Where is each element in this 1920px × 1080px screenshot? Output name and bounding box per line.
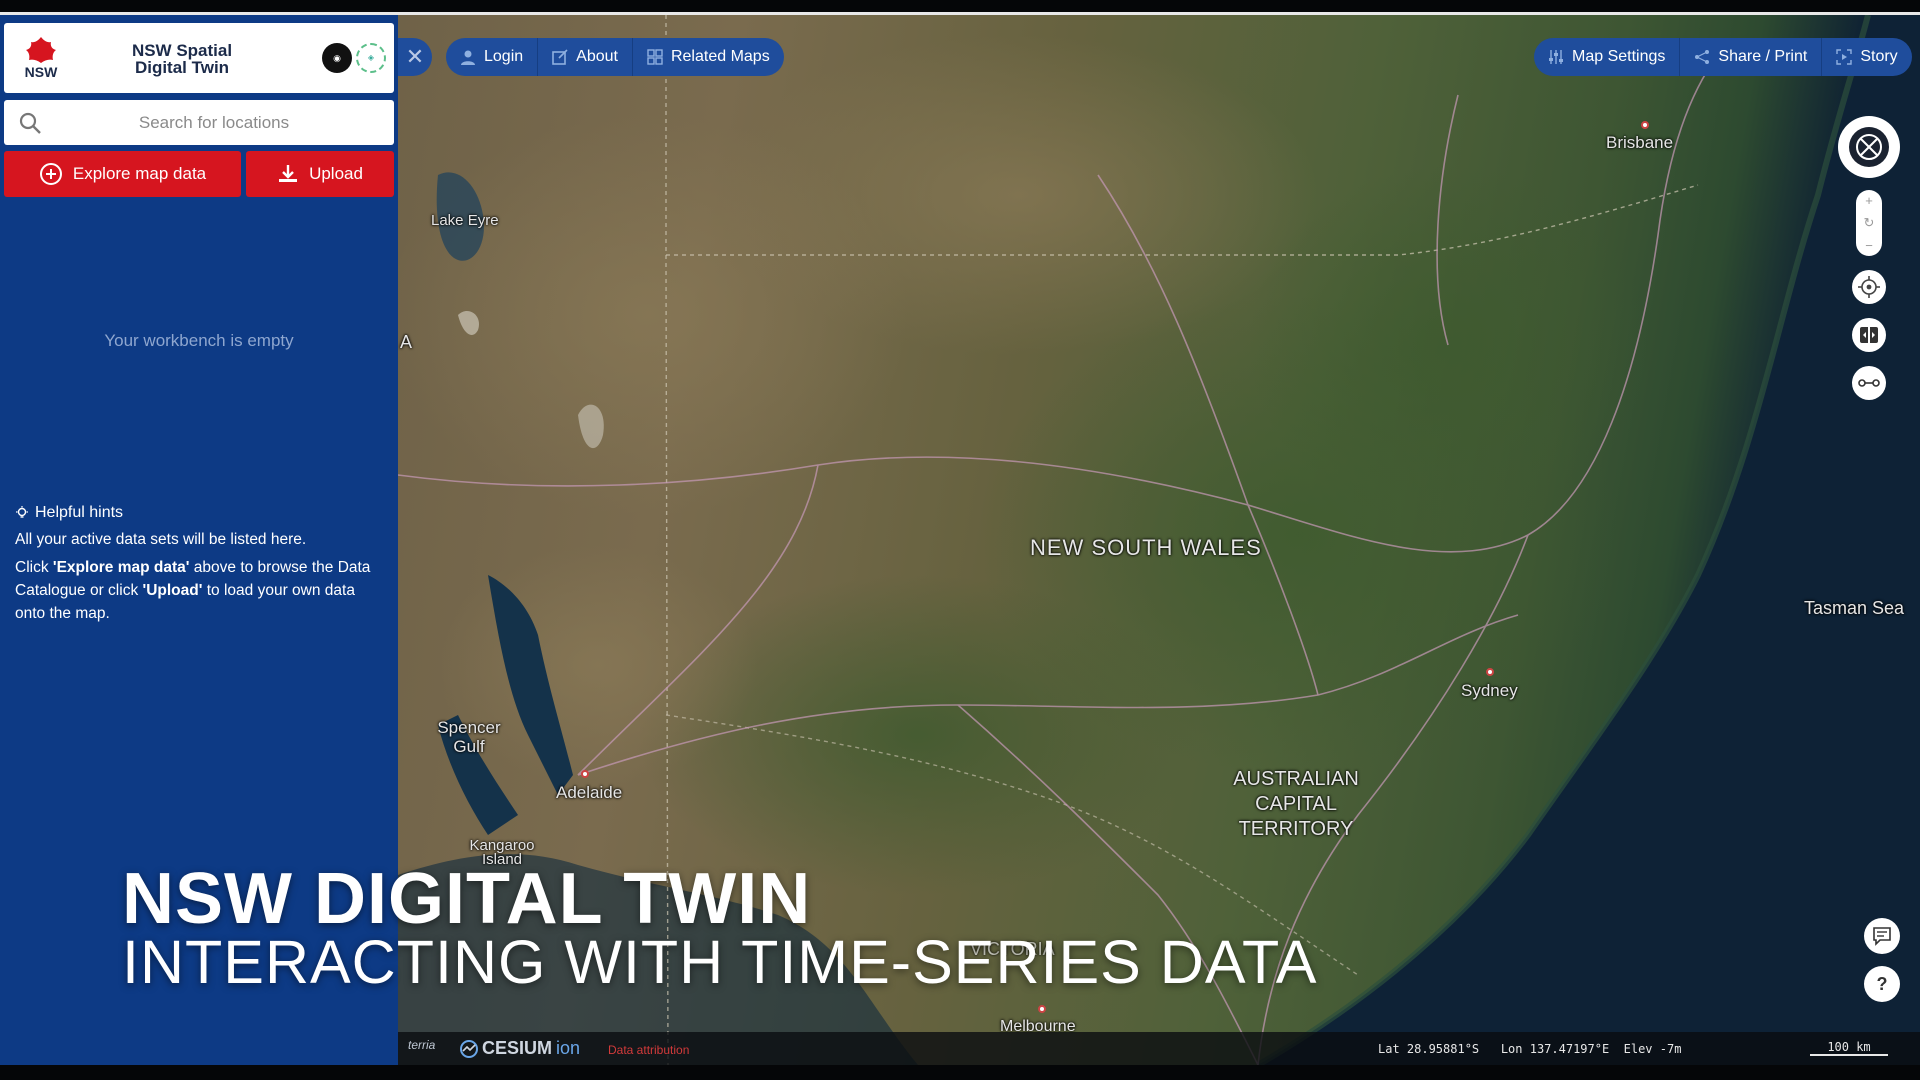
upload-label: Upload: [309, 164, 363, 183]
related-maps-label: Related Maps: [670, 48, 770, 65]
login-button[interactable]: Login: [446, 38, 537, 76]
map-label-nsw: NEW SOUTH WALES: [1030, 535, 1262, 560]
upload-icon: [279, 165, 298, 182]
app-screen: Brisbane Lake Eyre A NEW SOUTH WALES Tas…: [0, 0, 1920, 1080]
helpful-hints-heading: Helpful hints: [15, 504, 123, 522]
terria-logo[interactable]: terria: [408, 1038, 435, 1052]
explore-map-data-button[interactable]: Explore map data: [4, 151, 241, 197]
hint-explore-emphasis: 'Explore map data': [52, 559, 190, 576]
story-icon: [1836, 49, 1853, 65]
measure-icon: [1858, 379, 1880, 387]
question-mark-icon: ?: [1876, 973, 1888, 994]
brisbane-marker[interactable]: [1641, 121, 1649, 129]
map-label-sydney: Sydney: [1461, 681, 1518, 700]
app-title: NSW Spatial Digital Twin: [131, 41, 233, 77]
nsw-waratah-logo-icon: NSW: [25, 37, 58, 80]
zoom-out-button[interactable]: −: [1865, 238, 1873, 253]
share-icon: [1695, 50, 1710, 64]
map-label-tasman-sea: Tasman Sea: [1804, 598, 1905, 618]
close-icon: ✕: [405, 44, 425, 69]
search-icon: [19, 112, 41, 134]
share-print-button[interactable]: Share / Print: [1680, 38, 1821, 76]
map-label-brisbane: Brisbane: [1606, 133, 1674, 152]
compass-control[interactable]: [1838, 116, 1900, 178]
adelaide-marker[interactable]: [581, 770, 589, 778]
menu-bar-right: Map Settings Share / Print Story: [1534, 38, 1912, 76]
map-label-lake-eyre: Lake Eyre: [431, 212, 499, 229]
cesium-logo-icon: [460, 1039, 478, 1058]
map-label-act: AUSTRALIAN CAPITAL TERRITORY: [1233, 768, 1359, 840]
login-label: Login: [484, 48, 524, 65]
plus-circle-icon: [39, 163, 62, 185]
melbourne-marker[interactable]: [1038, 1005, 1046, 1013]
my-location-button[interactable]: [1852, 270, 1886, 304]
share-print-label: Share / Print: [1718, 48, 1808, 65]
about-label: About: [576, 48, 618, 65]
hint-line-1: All your active data sets will be listed…: [15, 531, 307, 548]
nsw-logo-text: NSW: [25, 64, 58, 80]
brand-header: NSW NSW Spatial Digital Twin ◉ ◈: [4, 23, 394, 93]
map-settings-button[interactable]: Map Settings: [1534, 38, 1679, 76]
map-label-adelaide: Adelaide: [556, 783, 623, 802]
crosshair-icon: [1858, 276, 1880, 298]
map-status-bar: terria CESIUM ion Data attribution Lat 2…: [398, 1032, 1920, 1065]
search-input[interactable]: [54, 100, 374, 145]
upload-button[interactable]: Upload: [246, 151, 394, 197]
helpful-hints-title: Helpful hints: [35, 504, 124, 521]
data61-logo-icon: ◈: [356, 43, 386, 73]
lightbulb-icon: [16, 506, 28, 518]
user-icon: [461, 50, 475, 65]
ion-label: ion: [556, 1038, 581, 1058]
story-label: Story: [1860, 48, 1898, 65]
data-attribution-link[interactable]: Data attribution: [608, 1043, 689, 1057]
cesium-ion-logo[interactable]: CESIUM ion: [460, 1038, 580, 1059]
sydney-marker[interactable]: [1486, 668, 1494, 676]
hint-line-2: Click 'Explore map data' above to browse…: [15, 556, 385, 625]
zoom-in-button[interactable]: +: [1865, 193, 1873, 208]
reset-view-button[interactable]: ↻: [1864, 215, 1875, 231]
cesium-label: CESIUM: [482, 1038, 553, 1058]
cursor-coordinates: Lat 28.95881°S Lon 137.47197°E Elev -7m: [1378, 1042, 1682, 1056]
workbench-empty-message: Your workbench is empty: [104, 331, 294, 350]
map-label-spencer-gulf: Spencer Gulf: [437, 718, 501, 756]
about-button[interactable]: About: [538, 38, 632, 76]
sliders-icon: [1549, 50, 1563, 64]
split-view-button[interactable]: [1852, 318, 1886, 352]
scale-bar: 100 km: [1810, 1040, 1888, 1056]
related-maps-button[interactable]: Related Maps: [633, 38, 784, 76]
map-settings-label: Map Settings: [1572, 48, 1666, 65]
csiro-logo-icon: ◉: [322, 43, 352, 73]
split-screen-icon: [1860, 327, 1878, 343]
hint-upload-emphasis: 'Upload': [142, 582, 203, 599]
location-search: [4, 100, 394, 145]
chat-icon: [1873, 927, 1891, 946]
grid-icon: [647, 49, 663, 65]
menu-bar-left: Login About Related Maps: [446, 38, 784, 76]
measure-tool-button[interactable]: [1852, 366, 1886, 400]
external-link-icon: [552, 49, 568, 65]
compass-icon: [1849, 127, 1889, 167]
zoom-control: + ↻ −: [1856, 190, 1882, 256]
video-subtitle: INTERACTING WITH TIME-SERIES DATA: [122, 928, 1318, 996]
map-label-sa-edge: A: [400, 332, 413, 352]
hint-text-pre: Click: [15, 559, 53, 576]
explore-map-data-label: Explore map data: [72, 164, 207, 183]
feedback-button[interactable]: [1864, 918, 1900, 954]
help-button[interactable]: ?: [1864, 966, 1900, 1002]
story-button[interactable]: Story: [1822, 38, 1911, 76]
